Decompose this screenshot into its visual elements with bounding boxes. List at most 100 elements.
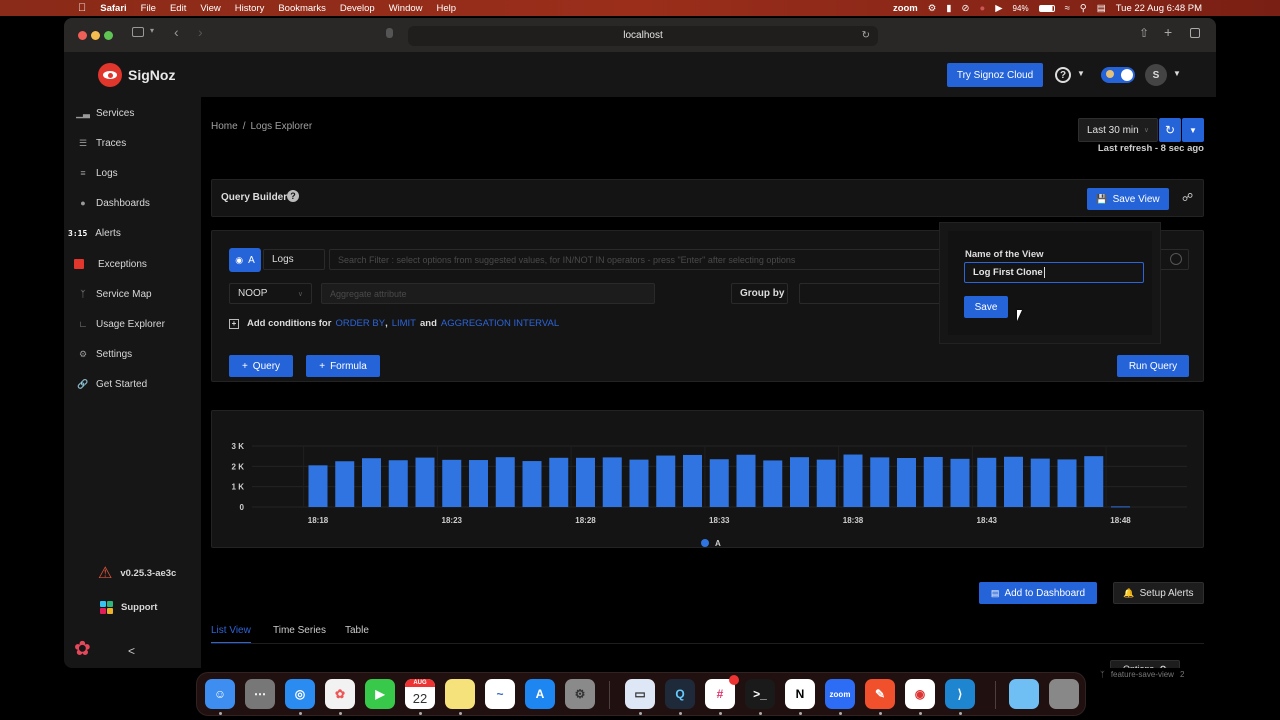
sidebar-item-usage-explorer[interactable]: ∟ Usage Explorer <box>78 314 165 334</box>
dock-postman-icon[interactable]: ✎ <box>865 679 895 709</box>
try-signoz-cloud-button[interactable]: Try Signoz Cloud <box>947 63 1043 87</box>
dock-notes-icon[interactable] <box>445 679 475 709</box>
reload-icon[interactable]: ↻ <box>862 26 870 46</box>
dock-folder-icon[interactable] <box>1009 679 1039 709</box>
aggregation-interval-link[interactable]: AGGREGATION INTERVAL <box>441 318 559 329</box>
version-info[interactable]: ⚠ v0.25.3-ae3c <box>98 563 176 583</box>
address-bar[interactable]: localhost ↻ <box>408 26 878 46</box>
control-center-icon[interactable]: ▤ <box>1097 3 1106 14</box>
sidebar-status-icon[interactable]: ▮ <box>946 3 951 14</box>
wifi-icon[interactable]: ≈ <box>1065 3 1070 14</box>
sidebar-item-get-started[interactable]: 🔗 Get Started <box>77 374 147 394</box>
dock-slack-icon[interactable]: # <box>705 675 739 709</box>
remove-query-icon[interactable] <box>1170 253 1182 265</box>
dock-launchpad-icon[interactable]: ⋯ <box>245 679 275 709</box>
breadcrumb-home[interactable]: Home <box>211 121 238 132</box>
avatar[interactable]: S <box>1145 64 1167 86</box>
dock-zoom-icon[interactable]: zoom <box>825 679 855 709</box>
dock-quicktime-icon[interactable]: Q <box>665 679 695 709</box>
dock-photos-icon[interactable]: ✿ <box>325 679 355 709</box>
options-button[interactable]: Options ⚙ <box>1110 660 1180 668</box>
sidebar-item-exceptions[interactable]: Exceptions <box>74 254 147 274</box>
save-view-confirm-button[interactable]: Save <box>964 296 1008 318</box>
help-icon[interactable]: ? <box>1055 67 1071 83</box>
menu-edit[interactable]: Edit <box>170 3 186 14</box>
brand[interactable]: SigNoz <box>98 63 175 87</box>
sidebar-item-logs[interactable]: ≡ Logs <box>78 163 117 183</box>
plus-square-icon[interactable]: + <box>229 318 239 329</box>
zoom-status-icon[interactable]: zoom <box>893 3 918 14</box>
tab-time-series[interactable]: Time Series <box>273 625 326 636</box>
add-query-button[interactable]: + Query <box>229 355 293 377</box>
sidebar-toggle-icon[interactable] <box>132 27 144 37</box>
dock-notion-icon[interactable]: N <box>785 679 815 709</box>
menu-file[interactable]: File <box>141 3 156 14</box>
dock-chrome-icon[interactable]: ◉ <box>905 679 935 709</box>
minimize-window-button[interactable] <box>91 31 100 40</box>
tab-overview-icon[interactable] <box>1190 28 1200 38</box>
dock-system-settings-icon[interactable]: ⚙ <box>565 679 595 709</box>
gear-status-icon[interactable]: ⚙ <box>928 3 937 14</box>
dock-finder-icon[interactable]: ☺ <box>205 679 235 709</box>
chevron-down-icon[interactable]: ▾ <box>150 26 154 35</box>
refresh-interval-dropdown[interactable]: ▼ <box>1182 118 1204 142</box>
new-tab-icon[interactable]: + <box>1164 24 1172 40</box>
sidebar-item-alerts[interactable]: 3:15 Alerts <box>68 223 121 243</box>
menu-safari[interactable]: Safari <box>100 3 126 14</box>
dock-vs-code-icon[interactable]: ⟩ <box>945 679 975 709</box>
aggregate-operator-select[interactable]: NOOP ∨ <box>229 283 312 304</box>
add-to-dashboard-button[interactable]: ▤ Add to Dashboard <box>979 582 1097 604</box>
setup-alerts-button[interactable]: 🔔 Setup Alerts <box>1113 582 1204 604</box>
maximize-window-button[interactable] <box>104 31 113 40</box>
forward-icon[interactable]: › <box>198 24 203 40</box>
dock-safari-icon[interactable]: ◎ <box>285 679 315 709</box>
order-by-link[interactable]: ORDER BY <box>335 318 385 329</box>
share-icon[interactable]: ⇧ <box>1139 26 1149 40</box>
group-by-select[interactable] <box>799 283 949 304</box>
sidebar-item-service-map[interactable]: ᛉ Service Map <box>78 284 151 304</box>
share-icon[interactable]: ☍ <box>1182 191 1193 204</box>
apple-menu-icon[interactable]:  <box>78 2 86 14</box>
back-icon[interactable]: ‹ <box>174 24 179 40</box>
menu-view[interactable]: View <box>200 3 220 14</box>
support-link[interactable]: Support <box>100 597 157 617</box>
menu-window[interactable]: Window <box>389 3 423 14</box>
data-source-select[interactable]: Logs <box>263 249 325 270</box>
query-a-toggle[interactable]: ◉ A <box>229 248 261 272</box>
tab-table[interactable]: Table <box>345 625 369 636</box>
add-formula-button[interactable]: + Formula <box>306 355 380 377</box>
theme-toggle[interactable] <box>1101 67 1135 83</box>
sidebar-item-dashboards[interactable]: ● Dashboards <box>78 193 150 213</box>
dock-terminal-icon[interactable]: >_ <box>745 679 775 709</box>
dock-preview-icon[interactable]: ▭ <box>625 679 655 709</box>
clock[interactable]: Tue 22 Aug 6:48 PM <box>1116 3 1202 14</box>
menu-develop[interactable]: Develop <box>340 3 375 14</box>
time-range-select[interactable]: Last 30 min ∨ <box>1078 118 1158 142</box>
menu-history[interactable]: History <box>235 3 265 14</box>
aggregate-attribute-input[interactable]: Aggregate attribute <box>321 283 655 304</box>
dock-trash-icon[interactable] <box>1049 679 1079 709</box>
sidebar-item-traces[interactable]: ☰ Traces <box>78 133 126 153</box>
limit-link[interactable]: LIMIT <box>392 318 416 329</box>
help-chevron-down-icon[interactable]: ▼ <box>1077 69 1085 78</box>
battery-icon[interactable] <box>1038 4 1055 12</box>
help-circle-icon[interactable]: ? <box>287 190 299 202</box>
privacy-shield-icon[interactable] <box>386 28 393 38</box>
play-status-icon[interactable]: ▶ <box>995 3 1002 14</box>
refresh-button[interactable]: ↻ <box>1159 118 1181 142</box>
view-name-input[interactable]: Log First Clone <box>964 262 1144 283</box>
sidebar-item-services[interactable]: ▁▃ Services <box>76 103 134 123</box>
save-view-button[interactable]: 💾 Save View <box>1087 188 1169 210</box>
sidebar-item-settings[interactable]: ⚙ Settings <box>78 344 132 364</box>
menu-help[interactable]: Help <box>437 3 457 14</box>
avatar-chevron-down-icon[interactable]: ▼ <box>1173 69 1181 78</box>
dock-freeform-icon[interactable]: ~ <box>485 679 515 709</box>
collapse-sidebar-button[interactable]: < <box>128 644 135 658</box>
dock-calendar-icon[interactable]: AUG 22 <box>405 679 435 709</box>
focus-status-icon[interactable]: ⊘ <box>962 3 970 14</box>
spotlight-icon[interactable]: ⚲ <box>1080 3 1087 14</box>
close-window-button[interactable] <box>78 31 87 40</box>
run-query-button[interactable]: Run Query <box>1117 355 1189 377</box>
tab-list-view[interactable]: List View <box>211 625 251 644</box>
record-status-icon[interactable]: ● <box>979 3 985 14</box>
